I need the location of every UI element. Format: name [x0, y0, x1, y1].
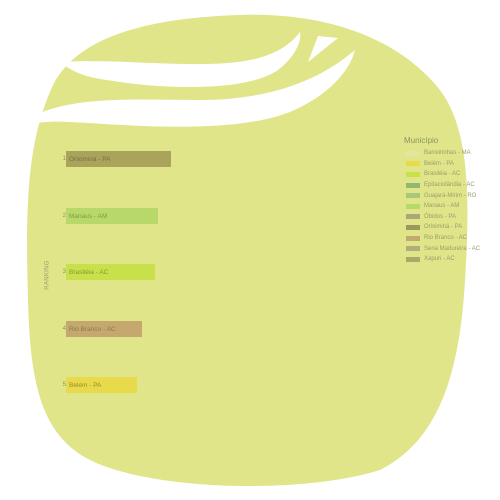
legend-item[interactable]: Óbidos - PA: [406, 212, 500, 223]
bar-row: 3 Brasiléia - AC: [60, 264, 155, 280]
legend-label: Barreirinhas - MA: [424, 150, 471, 157]
bar-row: 5 Belém - PA: [60, 377, 137, 393]
legend-label: Oriximiná - PA: [424, 224, 463, 231]
legend-label: Sena Madureira - AC: [424, 245, 481, 252]
legend-swatch: [406, 224, 420, 230]
bar-label: Brasiléia - AC: [69, 268, 109, 276]
legend-swatch: [406, 161, 420, 167]
bar-label: Belém - PA: [69, 381, 102, 389]
legend-swatch: [406, 193, 420, 199]
legend-item[interactable]: Oriximiná - PA: [406, 222, 500, 233]
legend-item[interactable]: Belém - PA: [406, 159, 500, 170]
legend-swatch: [406, 150, 420, 156]
bar-row: 1 Oriximiná - PA: [60, 151, 171, 167]
legend-item[interactable]: Rio Branco - AC: [406, 233, 500, 244]
legend-item[interactable]: Manaus - AM: [406, 201, 500, 212]
legend-swatch: [406, 214, 420, 220]
legend-item[interactable]: Brasiléia - AC: [406, 169, 500, 180]
legend-swatch: [406, 203, 420, 209]
blob-shape: [27, 14, 468, 487]
bar-label: Rio Branco - AC: [69, 325, 116, 333]
legend-items: Barreirinhas - MA Belém - PA Brasiléia - A…: [404, 148, 500, 265]
bar[interactable]: Manaus - AM: [66, 208, 158, 224]
bar[interactable]: Belém - PA: [66, 377, 137, 393]
legend-item[interactable]: Xapuri - AC: [406, 254, 500, 265]
y-axis-label: RANKING: [44, 260, 51, 290]
legend-label: Xapuri - AC: [424, 256, 455, 263]
legend: Município Barreirinhas - MA Belém - PA Bra…: [404, 136, 500, 265]
legend-label: Epitaciolândia - AC: [424, 182, 475, 189]
legend-item[interactable]: Guajará-Mirim - RO: [406, 190, 500, 201]
legend-label: Rio Branco - AC: [424, 235, 468, 242]
legend-item[interactable]: Sena Madureira - AC: [406, 243, 500, 254]
legend-label: Brasiléia - AC: [424, 171, 461, 178]
legend-label: Manaus - AM: [424, 203, 460, 210]
bar[interactable]: Rio Branco - AC: [66, 321, 142, 337]
legend-swatch: [406, 246, 420, 252]
legend-item[interactable]: Epitaciolândia - AC: [406, 180, 500, 191]
legend-label: Guajará-Mirim - RO: [424, 192, 477, 199]
legend-item[interactable]: Barreirinhas - MA: [406, 148, 500, 159]
bar-label: Manaus - AM: [69, 212, 108, 220]
legend-label: Óbidos - PA: [424, 213, 456, 220]
legend-label: Belém - PA: [424, 160, 454, 167]
bar-label: Oriximiná - PA: [69, 155, 111, 163]
bar-row: 4 Rio Branco - AC: [60, 321, 142, 337]
legend-swatch: [406, 256, 420, 262]
legend-title: Município: [404, 136, 439, 145]
bar-row: 2 Manaus - AM: [60, 208, 158, 224]
legend-swatch: [406, 182, 420, 188]
legend-swatch: [406, 235, 420, 241]
legend-swatch: [406, 171, 420, 177]
bar[interactable]: Brasiléia - AC: [66, 264, 155, 280]
bar[interactable]: Oriximiná - PA: [66, 151, 171, 167]
